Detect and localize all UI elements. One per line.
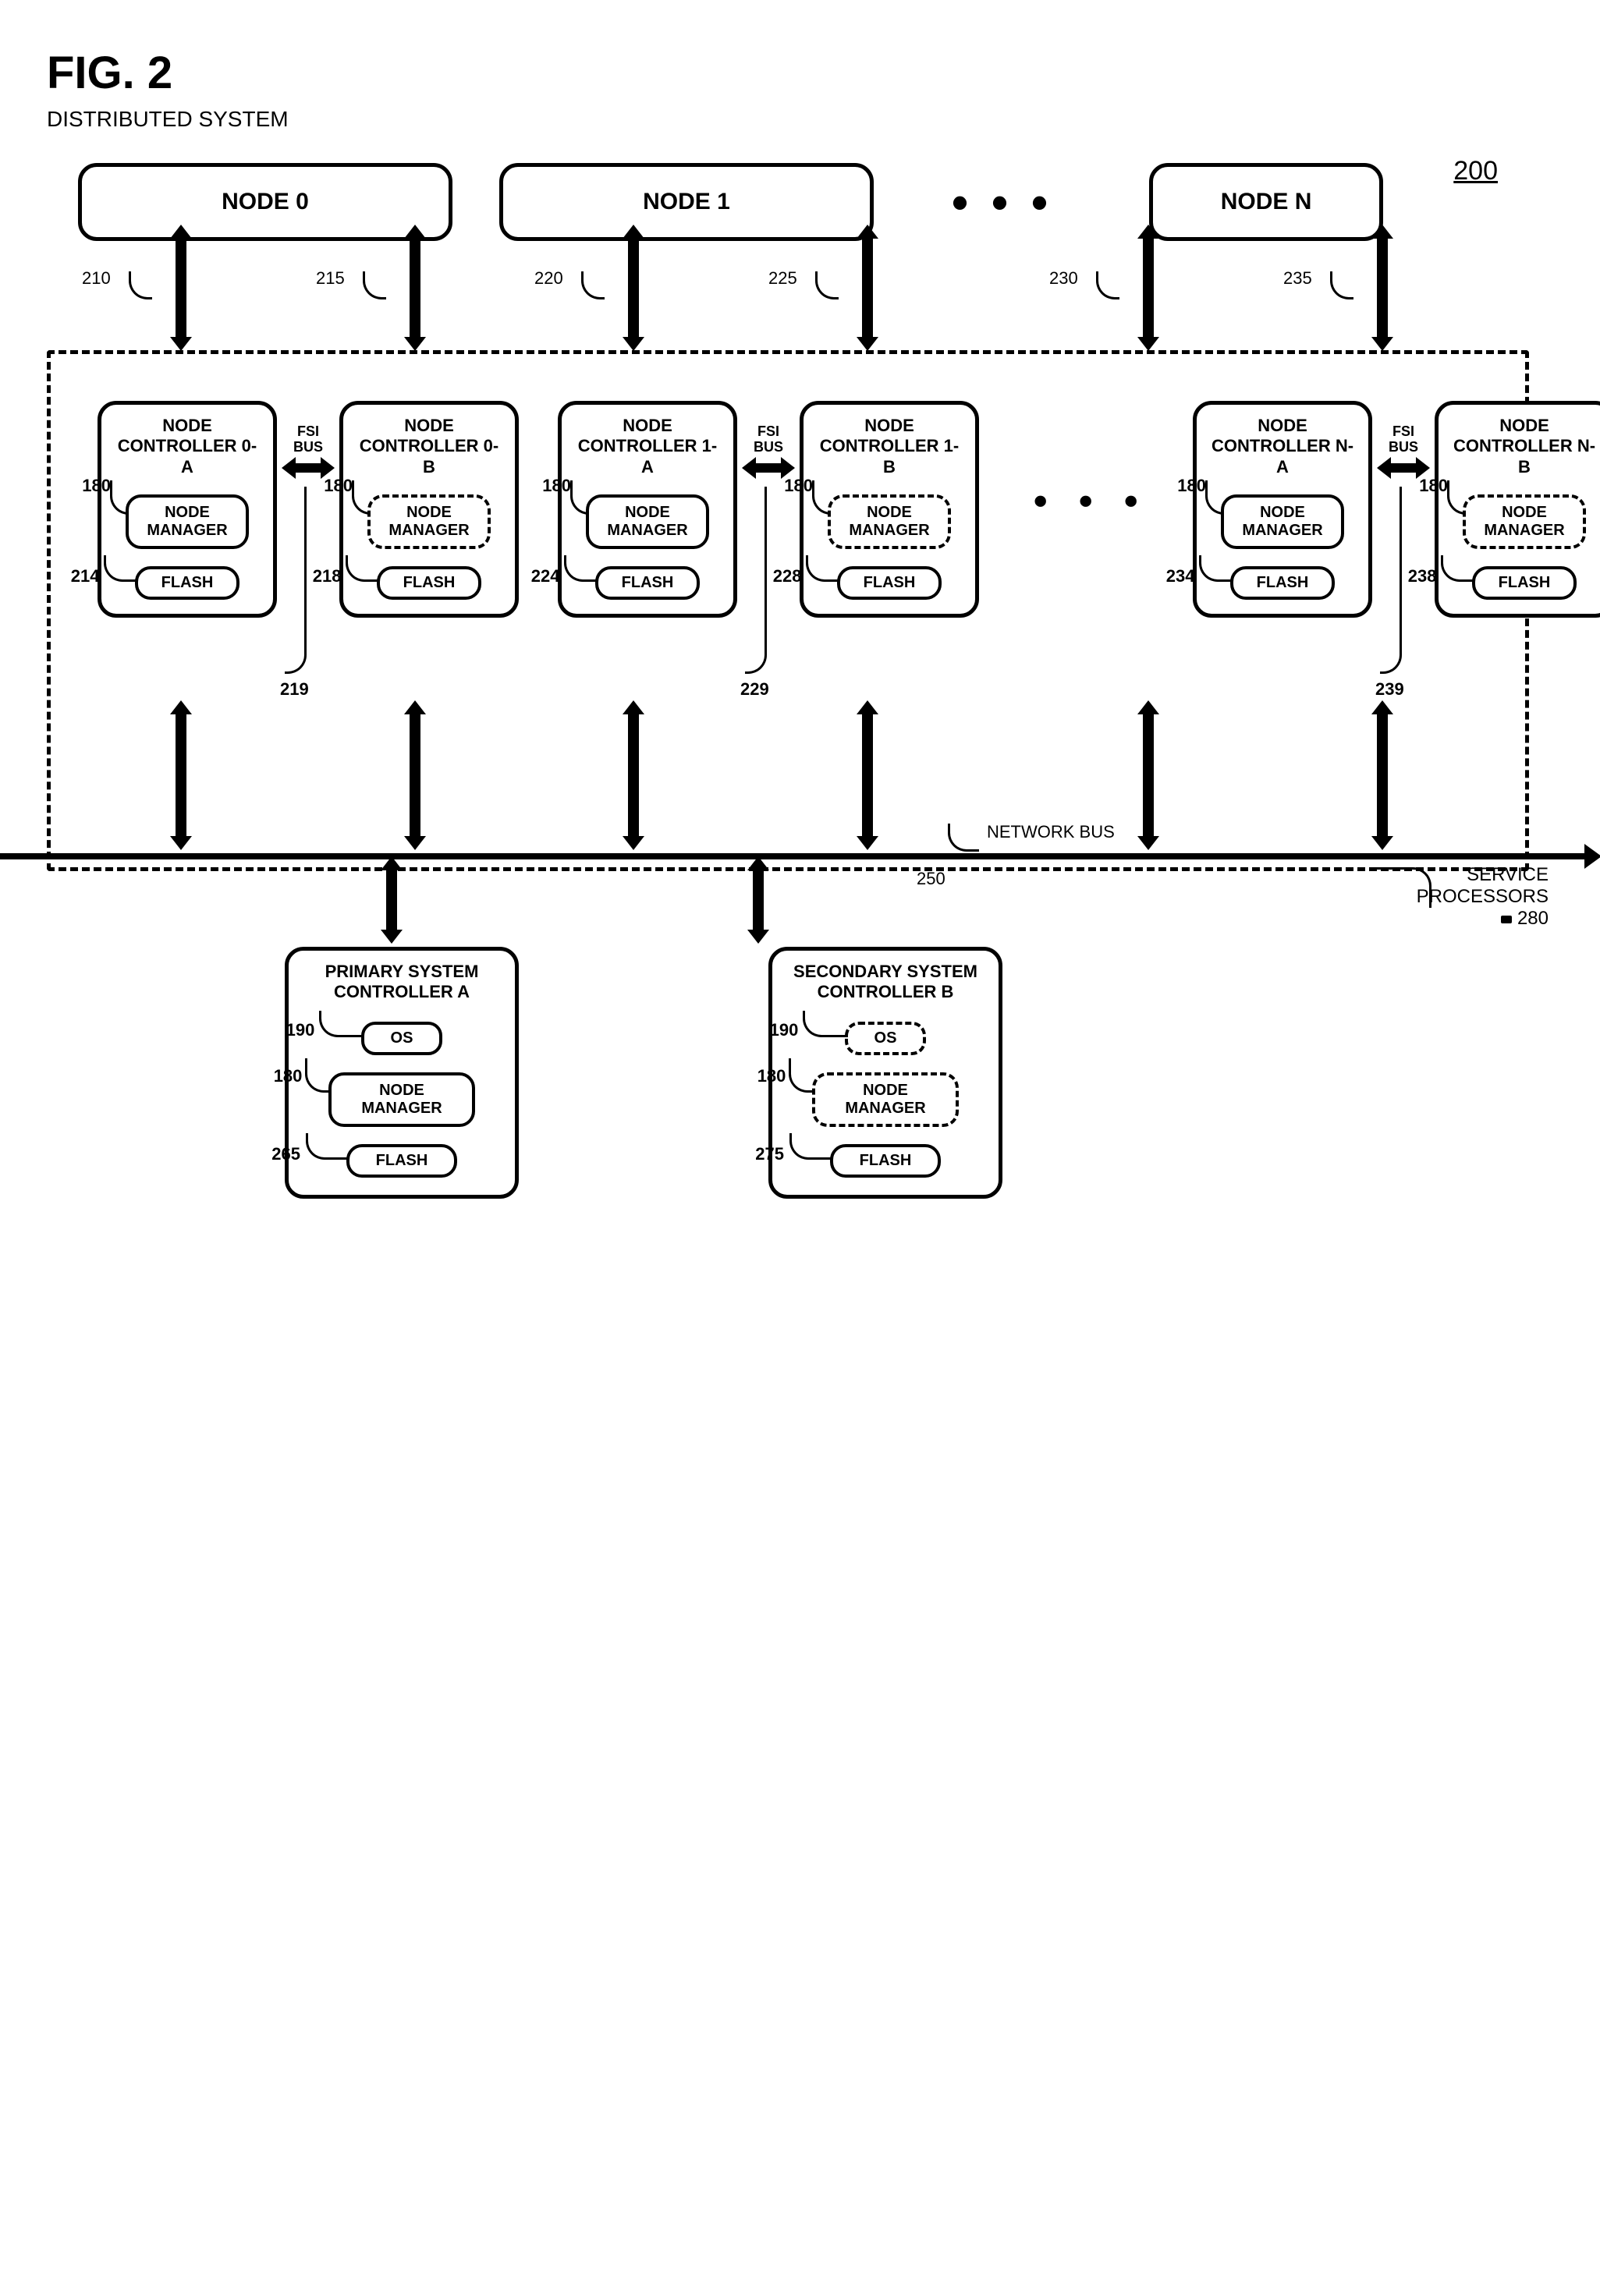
ref-234: 234 xyxy=(1166,566,1195,586)
system-controller-row: PRIMARY SYSTEM CONTROLLER A OS 190 NODE … xyxy=(285,947,1002,1199)
flash-n-a: FLASH 234 xyxy=(1230,566,1335,600)
node-controller-0-b: NODE CONTROLLER 0-B NODE MANAGER 180 FLA… xyxy=(339,401,519,618)
primary-os: OS 190 xyxy=(361,1022,443,1055)
network-bus-line xyxy=(0,853,1588,859)
vertical-dots: ••• xyxy=(1018,401,1154,524)
ref-210: 210 xyxy=(82,268,111,289)
node-manager-n-a: NODE MANAGER 180 xyxy=(1221,494,1343,549)
ref-280: 280 xyxy=(1517,908,1549,929)
ref-220: 220 xyxy=(534,268,563,289)
node-manager-n-b: NODE MANAGER 180 xyxy=(1463,494,1585,549)
node-manager-0-b: NODE MANAGER 180 xyxy=(367,494,490,549)
ref-180-0b: 180 xyxy=(324,476,353,495)
node-controller-1-b: NODE CONTROLLER 1-B NODE MANAGER 180 FLA… xyxy=(800,401,979,618)
node-n: NODE N xyxy=(1149,163,1383,241)
figure-label: FIG. 2 xyxy=(47,47,1529,99)
node-manager-1-b: NODE MANAGER 180 xyxy=(828,494,950,549)
secondary-os: OS 190 xyxy=(845,1022,927,1055)
ref-235: 235 xyxy=(1283,268,1312,289)
ref-225: 225 xyxy=(768,268,797,289)
node-0: NODE 0 xyxy=(78,163,452,241)
flash-0-a: FLASH 214 xyxy=(135,566,239,600)
ref-239: 239 xyxy=(1375,680,1404,699)
ref-228: 228 xyxy=(773,566,802,586)
ref-180-na: 180 xyxy=(1177,476,1206,495)
figure-ref: 200 xyxy=(1453,156,1498,186)
ref-215: 215 xyxy=(316,268,345,289)
node-controller-1-a: NODE CONTROLLER 1-A NODE MANAGER 180 FLA… xyxy=(558,401,737,618)
ref-180-pb: 180 xyxy=(757,1066,786,1086)
group-0: NODE CONTROLLER 0-A NODE MANAGER 180 FLA… xyxy=(98,401,519,618)
fsi-col-0: FSI BUS 219 xyxy=(285,401,332,477)
ref-238: 238 xyxy=(1408,566,1437,586)
ref-180-pa: 180 xyxy=(274,1066,303,1086)
ref-224: 224 xyxy=(531,566,560,586)
node-1: NODE 1 xyxy=(499,163,874,241)
node-controller-row: NODE CONTROLLER 0-A NODE MANAGER 180 FLA… xyxy=(98,401,1478,618)
primary-flash: FLASH 265 xyxy=(346,1144,456,1178)
ref-180-nb: 180 xyxy=(1419,476,1448,495)
node-manager-0-a: NODE MANAGER 180 xyxy=(126,494,248,549)
node-controller-0-a: NODE CONTROLLER 0-A NODE MANAGER 180 FLA… xyxy=(98,401,277,618)
ref-229: 229 xyxy=(740,680,769,699)
node-controller-n-a: NODE CONTROLLER N-A NODE MANAGER 180 FLA… xyxy=(1193,401,1372,618)
secondary-system-controller: SECONDARY SYSTEM CONTROLLER B OS 190 NOD… xyxy=(768,947,1002,1199)
group-1: NODE CONTROLLER 1-A NODE MANAGER 180 FLA… xyxy=(558,401,979,618)
ref-275: 275 xyxy=(755,1144,784,1164)
ref-219: 219 xyxy=(280,680,309,699)
flash-0-b: FLASH 218 xyxy=(377,566,481,600)
ref-180-1a: 180 xyxy=(542,476,571,495)
fsi-col-n: FSI BUS 239 xyxy=(1380,401,1427,477)
flash-n-b: FLASH 238 xyxy=(1472,566,1577,600)
figure-subtitle: DISTRIBUTED SYSTEM xyxy=(47,107,1529,132)
ref-214: 214 xyxy=(71,566,100,586)
node-controller-n-b: NODE CONTROLLER N-B NODE MANAGER 180 FLA… xyxy=(1435,401,1600,618)
ref-250: 250 xyxy=(917,869,945,889)
secondary-flash: FLASH 275 xyxy=(830,1144,940,1178)
network-bus-label: NETWORK BUS xyxy=(987,822,1115,842)
node-manager-1-a: NODE MANAGER 180 xyxy=(586,494,708,549)
group-n: NODE CONTROLLER N-A NODE MANAGER 180 FLA… xyxy=(1193,401,1600,618)
ref-218: 218 xyxy=(313,566,342,586)
ref-190-b: 190 xyxy=(770,1020,799,1040)
flash-1-b: FLASH 228 xyxy=(837,566,942,600)
ref-180-1b: 180 xyxy=(784,476,813,495)
ref-265: 265 xyxy=(271,1144,300,1164)
horizontal-dots: ••• xyxy=(921,175,1102,229)
nc-title-l1: NODE xyxy=(162,416,212,435)
primary-system-controller: PRIMARY SYSTEM CONTROLLER A OS 190 NODE … xyxy=(285,947,519,1199)
flash-1-a: FLASH 224 xyxy=(595,566,700,600)
service-processor-region: 210 215 220 225 230 235 NODE CONTROLLER … xyxy=(47,350,1529,871)
ref-180-0a: 180 xyxy=(82,476,111,495)
ref-230: 230 xyxy=(1049,268,1078,289)
fsi-col-1: FSI BUS 229 xyxy=(745,401,792,477)
ref-190-a: 190 xyxy=(286,1020,315,1040)
service-processors-label: SERVICE PROCESSORS 280 xyxy=(1417,864,1549,930)
primary-node-manager: NODE MANAGER 180 xyxy=(328,1072,476,1127)
secondary-node-manager: NODE MANAGER 180 xyxy=(812,1072,960,1127)
node-row: NODE 0 NODE 1 ••• NODE N xyxy=(78,163,1529,241)
nc-title-l2: CONTROLLER 0-A xyxy=(118,436,257,476)
